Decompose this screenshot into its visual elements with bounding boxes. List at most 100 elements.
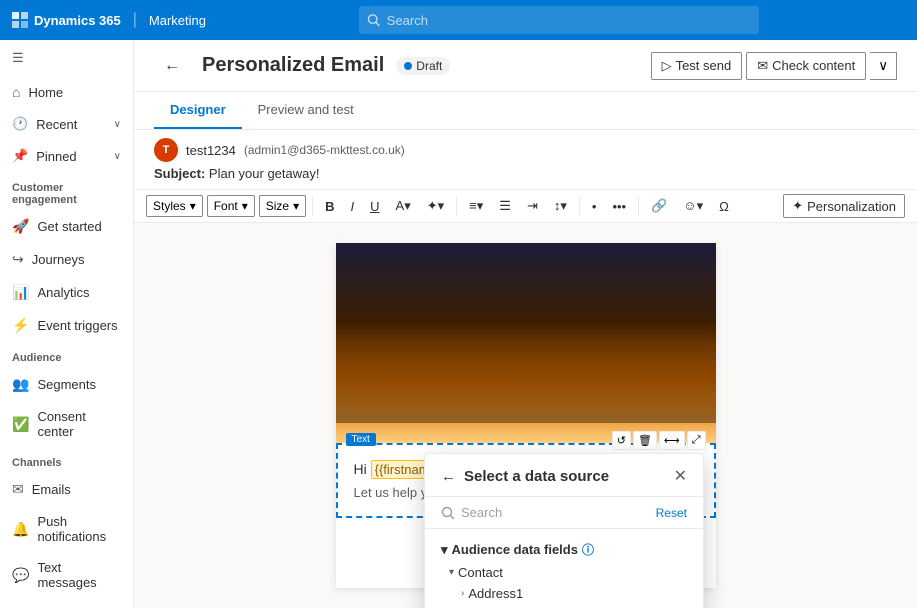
segments-icon: 👥 — [12, 376, 29, 393]
text-icon: 💬 — [12, 567, 29, 584]
separator-4 — [638, 196, 639, 216]
home-icon: ⌂ — [12, 84, 20, 100]
align-button[interactable]: ≡▾ — [463, 195, 489, 217]
sidebar-item-push-notifications[interactable]: 🔔 Push notifications — [0, 506, 133, 552]
sidebar-item-get-started[interactable]: 🚀 Get started — [0, 210, 133, 243]
section-customer-engagement: Customer engagement — [0, 172, 133, 210]
sidebar-item-home[interactable]: ⌂ Home — [0, 76, 133, 108]
sidebar-item-recent[interactable]: 🕐 Recent ∨ — [0, 108, 133, 140]
tabs: Designer Preview and test — [134, 92, 917, 130]
personalization-icon: ✦ — [792, 198, 803, 214]
search-input[interactable] — [387, 13, 752, 28]
back-button[interactable]: ← — [154, 52, 190, 80]
list-button[interactable]: ☰ — [493, 195, 517, 217]
subject-value: Plan your getaway! — [209, 166, 320, 181]
section-channels: Channels — [0, 447, 133, 473]
sidebar-item-pinned[interactable]: 📌 Pinned ∨ — [0, 140, 133, 172]
sidebar-item-analytics[interactable]: 📊 Analytics — [0, 276, 133, 309]
highlight-button[interactable]: ✦▾ — [421, 195, 450, 217]
push-icon: 🔔 — [12, 521, 29, 538]
personalization-button[interactable]: ✦ Personalization — [783, 194, 905, 218]
sidebar: ☰ ⌂ Home 🕐 Recent ∨ 📌 Pinned ∨ Customer … — [0, 40, 134, 608]
info-icon: ⓘ — [582, 541, 594, 558]
tab-preview[interactable]: Preview and test — [242, 92, 370, 129]
contact-item[interactable]: ▾ Contact — [425, 562, 703, 583]
actions-chevron-button[interactable]: ∨ — [870, 52, 897, 80]
recent-icon: 🕐 — [12, 116, 28, 132]
hero-image — [336, 243, 716, 443]
modal-title: ← Select a data source — [441, 468, 609, 485]
separator-2 — [456, 196, 457, 216]
chevron-down-icon-size: ▾ — [293, 199, 299, 213]
test-send-button[interactable]: ▷ Test send — [651, 52, 743, 80]
font-select[interactable]: Font ▾ — [207, 195, 255, 217]
styles-select[interactable]: Styles ▾ — [146, 195, 203, 217]
delete-action-btn[interactable]: 🗑 — [633, 431, 657, 450]
separator-3 — [579, 196, 580, 216]
email-meta: T test1234 (admin1@d365-mkttest.co.uk) S… — [134, 130, 917, 190]
size-select[interactable]: Size ▾ — [259, 195, 306, 217]
main-content: ← Personalized Email Draft ▷ Test send ✉… — [134, 40, 917, 608]
modal-search: Reset — [425, 497, 703, 529]
subject-label: Subject: — [154, 166, 205, 181]
chevron-down-audience-icon: ▾ — [441, 542, 448, 558]
text-block-label: Text — [346, 433, 376, 446]
top-nav: Dynamics 365 | Marketing — [0, 0, 917, 40]
section-audience: Audience — [0, 342, 133, 368]
sidebar-item-text-messages[interactable]: 💬 Text messages — [0, 552, 133, 598]
status-dot — [404, 62, 412, 70]
expand-action-btn[interactable]: ⤢ — [687, 431, 706, 450]
emails-icon: ✉ — [12, 481, 24, 498]
chevron-contact-icon: ▾ — [449, 567, 454, 578]
undo-action-btn[interactable]: ↺ — [612, 431, 631, 450]
sidebar-item-consent-center[interactable]: ✅ Consent center — [0, 401, 133, 447]
journeys-icon: ↪ — [12, 251, 24, 268]
modal-body: ▾ Audience data fields ⓘ ▾ Contact › Add… — [425, 529, 703, 608]
sidebar-item-journeys[interactable]: ↪ Journeys — [0, 243, 133, 276]
analytics-icon: 📊 — [12, 284, 29, 301]
modal-close-button[interactable]: ✕ — [674, 466, 687, 486]
check-content-button[interactable]: ✉ Check content — [746, 52, 866, 80]
bullets-button[interactable]: • — [586, 196, 603, 217]
resize-action-btn[interactable]: ⟷ — [659, 431, 685, 450]
from-name: test1234 — [186, 143, 236, 158]
chevron-down-icon: ∨ — [114, 119, 121, 130]
nav-divider: | — [133, 11, 137, 29]
modal-search-icon — [441, 506, 455, 520]
chevron-down-icon-styles: ▾ — [190, 199, 196, 213]
page-header: ← Personalized Email Draft ▷ Test send ✉… — [134, 40, 917, 92]
reset-link[interactable]: Reset — [656, 506, 687, 520]
data-source-modal: ← Select a data source ✕ Reset — [424, 453, 704, 608]
bold-button[interactable]: B — [319, 196, 340, 217]
status-badge: Draft — [396, 57, 450, 75]
search-bar[interactable] — [359, 6, 759, 34]
italic-button[interactable]: I — [345, 196, 361, 217]
consent-icon: ✅ — [12, 416, 29, 433]
avatar: T — [154, 138, 178, 162]
chevron-down-icon-font: ▾ — [242, 199, 248, 213]
underline-button[interactable]: U — [364, 196, 385, 217]
section-assets: Assets — [0, 598, 133, 608]
audience-data-fields-section[interactable]: ▾ Audience data fields ⓘ — [425, 537, 703, 562]
modal-search-input[interactable] — [461, 505, 650, 520]
hamburger-menu[interactable]: ☰ — [0, 40, 133, 76]
indent-button[interactable]: ⇥ — [521, 195, 544, 217]
modal-header: ← Select a data source ✕ — [425, 454, 703, 497]
emoji-button[interactable]: ☺▾ — [677, 195, 709, 217]
tab-designer[interactable]: Designer — [154, 92, 242, 129]
brand[interactable]: Dynamics 365 — [12, 12, 121, 28]
sidebar-item-emails[interactable]: ✉ Emails — [0, 473, 133, 506]
link-button[interactable]: 🔗 — [645, 195, 673, 217]
back-arrow-icon[interactable]: ← — [441, 468, 456, 485]
symbol-button[interactable]: Ω — [713, 196, 735, 217]
more-button[interactable]: ••• — [606, 196, 632, 217]
line-spacing-button[interactable]: ↕▾ — [548, 195, 573, 217]
address1-item[interactable]: › Address1 — [425, 583, 703, 604]
sidebar-item-event-triggers[interactable]: ⚡ Event triggers — [0, 309, 133, 342]
editor-toolbar: Styles ▾ Font ▾ Size ▾ B I U A▾ ✦▾ ≡▾ ☰ … — [134, 190, 917, 223]
address2-item[interactable]: › Address2 — [425, 604, 703, 608]
sidebar-item-segments[interactable]: 👥 Segments — [0, 368, 133, 401]
font-color-button[interactable]: A▾ — [390, 195, 417, 217]
envelope-icon: ✉ — [757, 58, 768, 74]
page-title: Personalized Email — [202, 54, 384, 77]
